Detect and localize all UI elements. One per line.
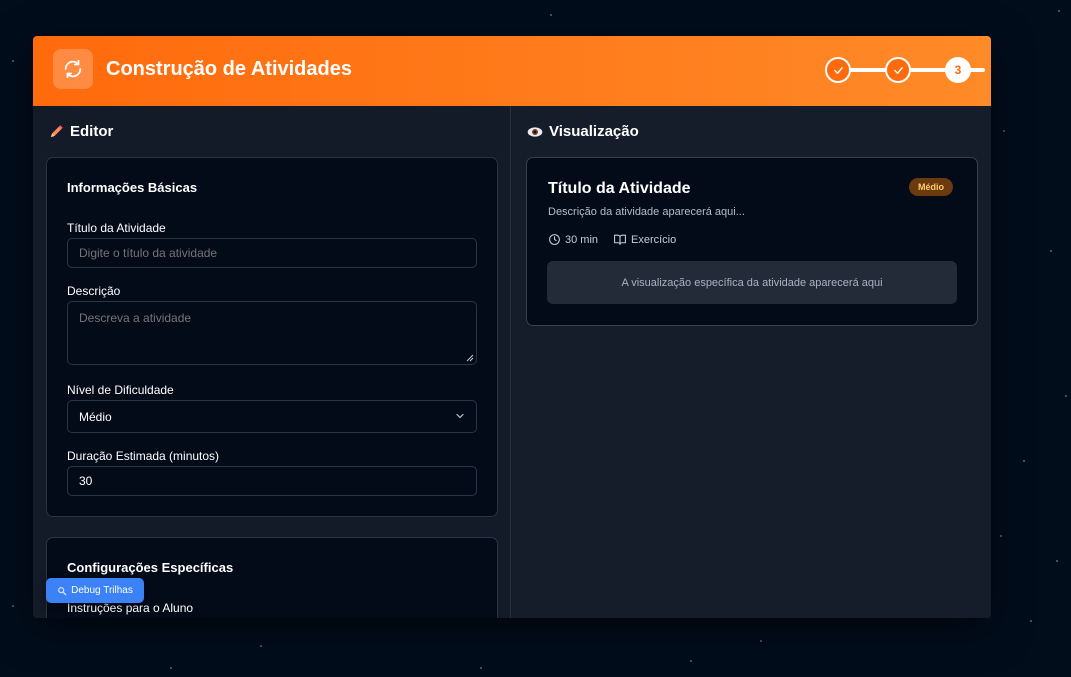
difficulty-select[interactable]: Médio <box>67 400 477 433</box>
step-1-complete[interactable] <box>825 57 851 83</box>
magnifier-icon <box>58 586 67 595</box>
description-textarea[interactable] <box>67 301 477 365</box>
pencil-icon <box>50 125 63 138</box>
activity-title-input[interactable] <box>67 238 477 268</box>
chevron-down-icon <box>456 413 464 419</box>
preview-activity-description: Descrição da atividade aparecerá aqui... <box>548 206 745 218</box>
resize-grip-icon[interactable] <box>466 354 474 362</box>
eye-icon <box>527 126 543 137</box>
activity-builder-modal: Construção de Atividades 3 Editor Inform… <box>33 36 991 618</box>
debug-trilhas-button[interactable]: Debug Trilhas <box>46 578 144 603</box>
preview-heading: Visualização <box>527 123 639 140</box>
preview-placeholder: A visualização específica da atividade a… <box>547 261 957 304</box>
editor-heading-label: Editor <box>70 123 114 140</box>
check-icon <box>893 66 903 74</box>
duration-label: Duração Estimada (minutos) <box>67 449 220 463</box>
duration-value: 30 <box>79 474 93 488</box>
activity-preview-card: Título da Atividade Médio Descrição da a… <box>526 157 978 326</box>
editor-pane: Editor Informações Básicas Título da Ati… <box>33 106 511 618</box>
description-label: Descrição <box>67 284 121 298</box>
preview-pane: Visualização Título da Atividade Médio D… <box>512 106 991 618</box>
editor-heading: Editor <box>49 123 113 140</box>
modal-header: Construção de Atividades 3 <box>33 36 991 106</box>
clock-icon <box>549 234 560 245</box>
difficulty-label: Nível de Dificuldade <box>67 383 174 397</box>
duration-meta: 30 min <box>548 233 598 246</box>
duration-meta-text: 30 min <box>565 233 599 246</box>
type-meta-text: Exercício <box>631 233 677 246</box>
step-3-current[interactable]: 3 <box>945 57 971 83</box>
basic-info-card: Informações Básicas Título da Atividade … <box>46 157 498 517</box>
preview-activity-title: Título da Atividade <box>548 180 691 197</box>
difficulty-selected-value: Médio <box>79 409 112 424</box>
type-meta: Exercício <box>613 233 676 246</box>
preview-heading-label: Visualização <box>549 123 639 140</box>
basic-info-title: Informações Básicas <box>67 180 198 195</box>
instructions-label: Instruções para o Aluno <box>67 601 194 615</box>
check-icon <box>833 66 843 74</box>
progress-stepper: 3 <box>825 57 985 83</box>
duration-input[interactable]: 30 <box>67 466 477 496</box>
specific-config-title: Configurações Específicas <box>67 560 234 575</box>
debug-button-label: Debug Trilhas <box>71 585 133 596</box>
modal-title: Construção de Atividades <box>106 58 352 80</box>
refresh-icon <box>53 49 93 89</box>
difficulty-badge: Médio <box>909 178 953 196</box>
activity-title-label: Título da Atividade <box>67 221 166 235</box>
step-2-complete[interactable] <box>885 57 911 83</box>
book-open-icon <box>614 234 626 245</box>
